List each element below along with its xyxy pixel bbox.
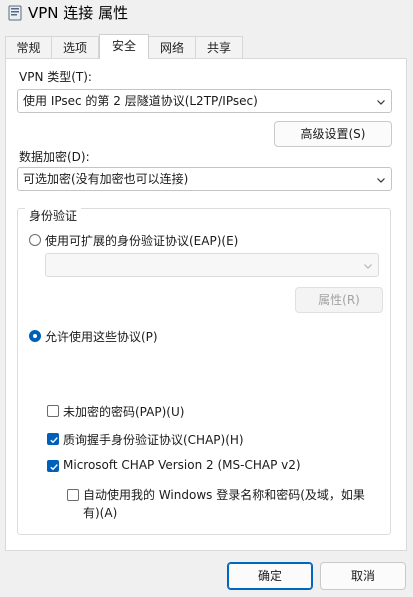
tab-network-label: 网络 — [159, 41, 184, 55]
vpn-type-label: VPN 类型(T): — [19, 70, 92, 84]
tab-sharing-label: 共享 — [206, 41, 231, 55]
checkmark-icon — [50, 464, 58, 471]
encryption-value: 可选加密(没有加密也可以连接) — [23, 172, 189, 186]
checkmark-icon — [50, 437, 58, 444]
mschap-v2-checkbox[interactable] — [47, 460, 59, 472]
advanced-settings-button[interactable]: 高级设置(S) — [274, 121, 392, 147]
chevron-down-icon — [377, 100, 385, 105]
chevron-down-icon — [364, 264, 372, 269]
eap-method-select[interactable] — [45, 253, 379, 277]
tab-security[interactable]: 安全 — [99, 34, 149, 59]
tab-options[interactable]: 选项 — [51, 36, 99, 58]
window-title: VPN 连接 属性 — [28, 4, 129, 22]
properties-label: 属性(R) — [318, 293, 360, 307]
tab-network[interactable]: 网络 — [148, 36, 196, 58]
advanced-settings-label: 高级设置(S) — [300, 127, 366, 141]
allow-protocols-label[interactable]: 允许使用这些协议(P) — [45, 328, 158, 345]
pap-checkbox-label[interactable]: 未加密的密码(PAP)(U) — [63, 403, 184, 420]
chap-checkbox[interactable] — [47, 433, 59, 445]
vpn-type-select[interactable]: 使用 IPsec 的第 2 层隧道协议(L2TP/IPsec) — [17, 89, 392, 113]
encryption-select[interactable]: 可选加密(没有加密也可以连接) — [17, 167, 392, 191]
eap-radio[interactable] — [29, 234, 41, 246]
encryption-label: 数据加密(D): — [19, 150, 90, 164]
allow-protocols-radio[interactable] — [29, 330, 41, 342]
chap-checkbox-label[interactable]: 质询握手身份验证协议(CHAP)(H) — [63, 431, 244, 448]
vpn-type-value: 使用 IPsec 的第 2 层隧道协议(L2TP/IPsec) — [23, 94, 258, 108]
ok-button[interactable]: 确定 — [227, 562, 313, 590]
mschap-v2-checkbox-label[interactable]: Microsoft CHAP Version 2 (MS-CHAP v2) — [63, 458, 301, 472]
title-bar: VPN 连接 属性 — [0, 0, 413, 28]
tab-general-label: 常规 — [16, 41, 41, 55]
tab-options-label: 选项 — [62, 41, 87, 55]
tab-sharing[interactable]: 共享 — [195, 36, 243, 58]
chevron-down-icon — [377, 178, 385, 183]
ok-label: 确定 — [257, 569, 282, 583]
network-connection-icon — [8, 5, 22, 21]
tab-general[interactable]: 常规 — [5, 36, 52, 58]
auto-logon-label-line2[interactable]: 有)(A) — [83, 504, 117, 521]
pap-checkbox[interactable] — [47, 405, 59, 417]
cancel-button[interactable]: 取消 — [320, 562, 406, 590]
auto-logon-label-line1[interactable]: 自动使用我的 Windows 登录名称和密码(及域，如果 — [83, 486, 365, 503]
auto-logon-checkbox[interactable] — [67, 489, 79, 501]
eap-radio-label[interactable]: 使用可扩展的身份验证协议(EAP)(E) — [45, 232, 238, 249]
authentication-group-title: 身份验证 — [25, 207, 82, 224]
tab-security-label: 安全 — [111, 39, 136, 53]
cancel-label: 取消 — [350, 569, 375, 583]
properties-button[interactable]: 属性(R) — [295, 287, 383, 313]
